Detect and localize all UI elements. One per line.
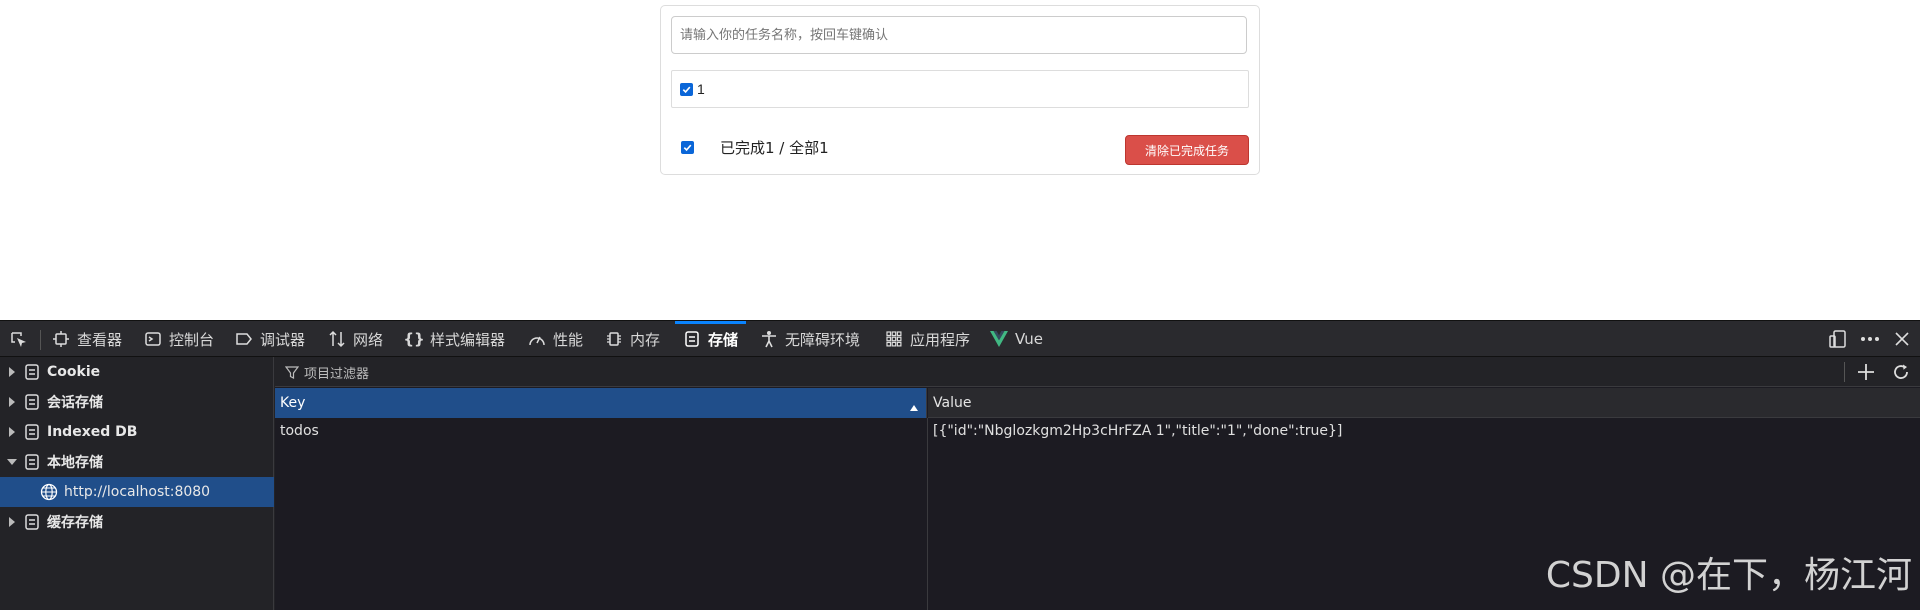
column-header-key[interactable]: Key	[275, 388, 927, 418]
sidebar-item-localhost[interactable]: http://localhost:8080	[0, 477, 274, 507]
todo-footer: 已完成1 / 全部1 清除已完成任务	[671, 126, 1249, 168]
watermark: CSDN @在下，杨江河	[1545, 555, 1912, 596]
tab-memory-label: 内存	[630, 330, 661, 349]
tab-accessibility-label: 无障碍环境	[785, 330, 861, 349]
table-row[interactable]: todos [{"id":"Nbglozkgm2Hp3cHrFZA 1","ti…	[275, 418, 1920, 444]
sidebar-item-label: 本地存储	[47, 455, 103, 471]
devtools-toolbar: 查看器 控制台 调试器 网络 {} 样式编辑器 性能 内存 存储 无障碍环境 应…	[0, 320, 1920, 357]
column-header-key-label: Key	[280, 395, 306, 411]
todo-container: 1 已完成1 / 全部1 清除已完成任务	[660, 5, 1260, 175]
network-icon	[328, 330, 346, 348]
expand-arrow-icon[interactable]	[7, 367, 17, 377]
tab-network-label: 网络	[353, 330, 384, 349]
inspector-icon	[52, 330, 70, 348]
item-filter-input[interactable]: 项目过滤器	[304, 363, 369, 382]
toolbar-divider	[1844, 362, 1845, 382]
todo-item[interactable]: 1	[672, 71, 1248, 107]
toolbar-divider	[40, 330, 41, 350]
sidebar-item-label: 缓存存储	[47, 515, 103, 531]
tab-application-label: 应用程序	[910, 330, 971, 349]
filter-bar: 项目过滤器	[275, 357, 1920, 387]
debugger-icon	[235, 330, 253, 348]
page-viewport: 1 已完成1 / 全部1 清除已完成任务	[0, 0, 1920, 320]
column-divider	[927, 418, 928, 610]
column-header-value-label: Value	[933, 394, 972, 411]
expand-arrow-icon[interactable]	[7, 517, 17, 527]
tab-console[interactable]: 控制台	[144, 321, 214, 357]
tab-performance[interactable]: 性能	[528, 321, 583, 357]
element-picker-icon[interactable]	[8, 330, 30, 350]
expand-arrow-icon[interactable]	[7, 397, 17, 407]
tab-debugger-label: 调试器	[260, 330, 306, 349]
clear-completed-button[interactable]: 清除已完成任务	[1125, 135, 1249, 165]
add-item-icon[interactable]	[1855, 361, 1877, 383]
storage-icon	[23, 513, 41, 531]
cell-key[interactable]: todos	[280, 418, 319, 444]
more-options-icon[interactable]	[1860, 329, 1880, 349]
storage-icon	[23, 453, 41, 471]
dock-side-icon[interactable]	[1828, 329, 1848, 349]
storage-icon	[23, 363, 41, 381]
storage-icon	[683, 330, 701, 348]
storage-icon	[23, 423, 41, 441]
console-icon	[144, 330, 162, 348]
sidebar-item-indexed-db[interactable]: Indexed DB	[0, 417, 274, 447]
tab-inspector[interactable]: 查看器	[52, 321, 122, 357]
sidebar-item-label: http://localhost:8080	[64, 484, 211, 500]
tab-style-editor[interactable]: {} 样式编辑器	[403, 321, 506, 357]
tab-memory[interactable]: 内存	[605, 321, 660, 357]
tab-application[interactable]: 应用程序	[885, 321, 970, 357]
memory-icon	[605, 330, 623, 348]
devtools-panel: 查看器 控制台 调试器 网络 {} 样式编辑器 性能 内存 存储 无障碍环境 应…	[0, 320, 1920, 610]
performance-icon	[528, 330, 546, 348]
collapse-arrow-icon[interactable]	[7, 459, 17, 465]
sidebar-item-local-storage[interactable]: 本地存储	[0, 447, 274, 477]
globe-icon	[40, 483, 58, 501]
style-editor-icon: {}	[403, 330, 425, 348]
sidebar-item-label: Indexed DB	[47, 424, 138, 440]
refresh-icon[interactable]	[1890, 361, 1912, 383]
completion-count: 已完成1 / 全部1	[720, 138, 829, 157]
todo-item-title: 1	[697, 81, 705, 97]
filter-icon	[284, 365, 300, 379]
application-icon	[885, 330, 903, 348]
tab-accessibility[interactable]: 无障碍环境	[760, 321, 860, 357]
check-all-checkbox[interactable]	[681, 140, 694, 154]
storage-sidebar: Cookie 会话存储 Indexed DB 本地存储 http://local…	[0, 357, 274, 610]
tab-vue[interactable]: Vue	[990, 321, 1043, 357]
todo-item-checkbox[interactable]	[680, 82, 693, 96]
sidebar-item-label: Cookie	[47, 364, 101, 380]
task-name-input[interactable]	[671, 16, 1247, 54]
accessibility-icon	[760, 330, 778, 348]
expand-arrow-icon[interactable]	[7, 427, 17, 437]
tab-storage[interactable]: 存储	[674, 321, 747, 357]
sort-ascending-icon	[910, 399, 918, 415]
tab-storage-label: 存储	[708, 330, 739, 349]
vue-icon	[990, 330, 1008, 348]
close-icon[interactable]	[1892, 329, 1912, 349]
tab-vue-label: Vue	[1015, 330, 1043, 348]
cell-value[interactable]: [{"id":"Nbglozkgm2Hp3cHrFZA 1","title":"…	[933, 418, 1342, 444]
sidebar-item-cache-storage[interactable]: 缓存存储	[0, 507, 274, 537]
tab-performance-label: 性能	[553, 330, 584, 349]
sidebar-item-session-storage[interactable]: 会话存储	[0, 387, 274, 417]
sidebar-item-cookie[interactable]: Cookie	[0, 357, 274, 387]
sidebar-item-label: 会话存储	[47, 395, 103, 411]
table-header: Key Value	[275, 388, 1920, 418]
tab-inspector-label: 查看器	[77, 330, 123, 349]
tab-network[interactable]: 网络	[328, 321, 383, 357]
column-header-value[interactable]: Value	[928, 388, 1920, 418]
tab-debugger[interactable]: 调试器	[235, 321, 305, 357]
tab-console-label: 控制台	[169, 330, 215, 349]
tab-style-editor-label: 样式编辑器	[430, 330, 506, 349]
storage-icon	[23, 393, 41, 411]
todo-list: 1	[671, 70, 1249, 108]
